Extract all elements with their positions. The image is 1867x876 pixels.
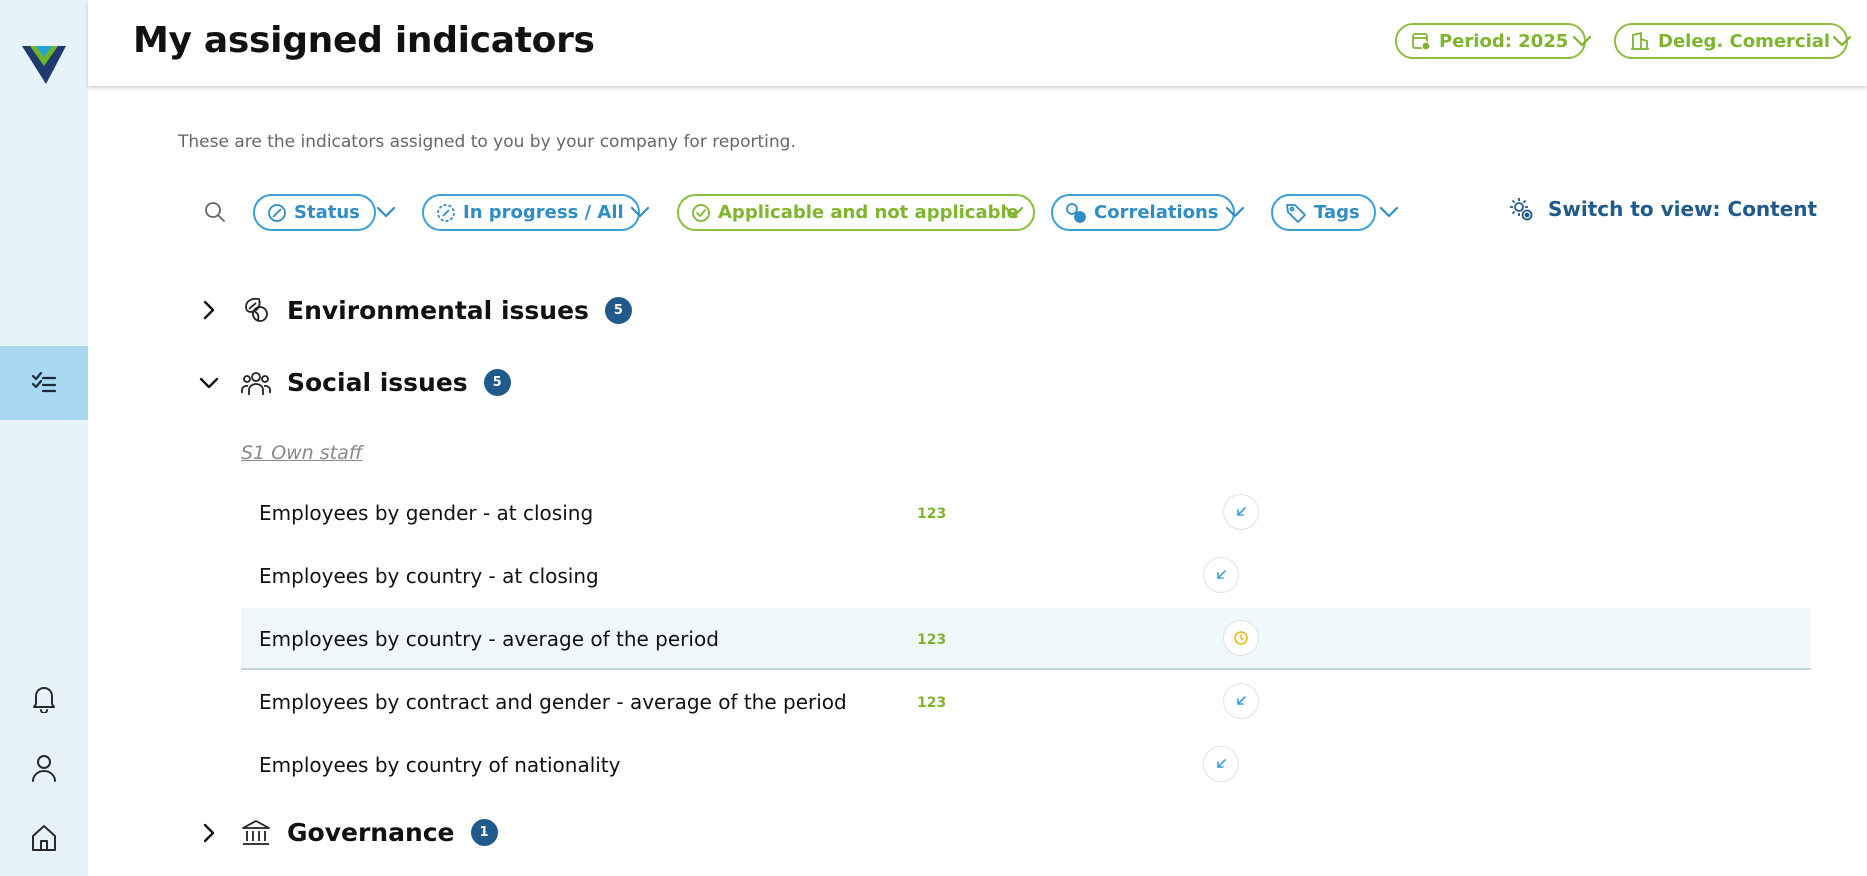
indicator-row[interactable]: Employees by country - at closing	[241, 545, 1811, 607]
delegation-selector[interactable]: Deleg. Comercial	[1614, 23, 1849, 59]
numeric-type-badge: 123	[917, 506, 947, 522]
progress-filter[interactable]: In progress / All	[422, 194, 640, 231]
bell-icon	[33, 687, 55, 713]
user-icon	[32, 755, 56, 782]
app-root: My assigned indicators Period: 2025 Dele…	[0, 0, 1867, 876]
period-label: Period: 2025	[1439, 30, 1569, 52]
check-circle-icon	[692, 203, 710, 222]
sidebar-item-notifications[interactable]	[0, 662, 88, 734]
status-filter-label: Status	[294, 202, 360, 223]
section-governance[interactable]: Governance 1	[196, 818, 498, 847]
indicator-row[interactable]: Employees by country - average of the pe…	[241, 608, 1811, 670]
arrow-in-icon[interactable]	[1203, 557, 1239, 593]
tags-filter[interactable]: Tags	[1271, 194, 1376, 231]
count-badge: 1	[470, 819, 498, 846]
home-icon	[32, 825, 56, 851]
chevron-right-icon[interactable]	[196, 822, 222, 844]
subgroup-link[interactable]: S1 Own staff	[241, 442, 362, 464]
progress-circle-icon	[437, 203, 455, 222]
indicator-name: Employees by country - at closing	[259, 564, 599, 588]
page-title: My assigned indicators	[133, 20, 595, 61]
count-badge: 5	[483, 369, 511, 396]
tags-filter-label: Tags	[1314, 202, 1360, 223]
section-social[interactable]: Social issues 5	[196, 368, 511, 397]
indicator-name: Employees by country - average of the pe…	[259, 627, 719, 651]
status-filter[interactable]: Status	[253, 194, 376, 231]
intro-text: These are the indicators assigned to you…	[178, 132, 796, 152]
applicability-filter-label: Applicable and not applicable	[718, 202, 1019, 223]
clock-icon[interactable]	[1223, 620, 1259, 656]
numeric-type-badge: 123	[917, 695, 947, 711]
chevron-down-icon[interactable]	[376, 205, 396, 219]
building-icon	[1631, 31, 1649, 50]
switch-view-label: Switch to view: Content	[1548, 197, 1818, 221]
leaf-globe-icon	[240, 295, 272, 325]
correlations-filter[interactable]: Correlations	[1051, 194, 1235, 231]
chevron-down-icon[interactable]	[1225, 205, 1245, 219]
sidebar-item-indicators[interactable]	[0, 346, 88, 420]
indicator-row[interactable]: Employees by country of nationality	[241, 734, 1811, 796]
sidebar-item-home[interactable]	[0, 802, 88, 874]
period-selector[interactable]: Period: 2025	[1395, 23, 1587, 59]
section-environmental[interactable]: Environmental issues 5	[196, 295, 632, 325]
chevron-down-icon[interactable]	[630, 205, 650, 219]
numeric-type-badge: 123	[917, 632, 947, 648]
section-title: Governance	[287, 818, 455, 847]
sidebar	[0, 0, 88, 876]
arrow-in-icon[interactable]	[1203, 746, 1239, 782]
calendar-icon	[1412, 33, 1431, 51]
institution-icon	[240, 819, 272, 847]
sidebar-item-profile[interactable]	[0, 732, 88, 804]
indicator-row[interactable]: Employees by contract and gender - avera…	[241, 671, 1811, 733]
checklist-icon	[31, 371, 57, 393]
arrow-in-icon[interactable]	[1223, 494, 1259, 530]
chevron-down-icon[interactable]	[1379, 205, 1399, 219]
search-icon[interactable]	[204, 201, 226, 223]
top-header: My assigned indicators Period: 2025 Dele…	[88, 0, 1867, 86]
progress-filter-label: In progress / All	[463, 202, 624, 223]
count-badge: 5	[604, 296, 632, 324]
section-title: Environmental issues	[287, 295, 589, 325]
tag-icon	[1286, 203, 1306, 223]
section-title: Social issues	[287, 368, 468, 397]
switch-view-button[interactable]: Switch to view: Content	[1508, 196, 1817, 222]
chevron-down-icon[interactable]	[1004, 205, 1024, 219]
chevron-down-icon[interactable]	[1832, 34, 1852, 48]
correlations-filter-label: Correlations	[1094, 202, 1219, 223]
delegation-label: Deleg. Comercial	[1658, 30, 1831, 52]
indicator-name: Employees by gender - at closing	[259, 501, 594, 525]
indicator-name: Employees by country of nationality	[259, 753, 621, 777]
chevron-down-icon[interactable]	[1572, 34, 1592, 48]
edit-circle-icon	[268, 203, 286, 222]
people-group-icon	[240, 369, 272, 397]
indicator-name: Employees by contract and gender - avera…	[259, 690, 847, 714]
chevron-right-icon[interactable]	[196, 299, 222, 321]
applicability-filter[interactable]: Applicable and not applicable	[677, 194, 1035, 231]
indicator-row[interactable]: Employees by gender - at closing 123	[241, 482, 1811, 544]
brand-logo-icon[interactable]	[22, 44, 66, 84]
correlation-icon	[1066, 202, 1086, 223]
chevron-down-icon[interactable]	[196, 376, 222, 390]
arrow-in-icon[interactable]	[1223, 683, 1259, 719]
gear-eye-icon	[1510, 198, 1533, 221]
